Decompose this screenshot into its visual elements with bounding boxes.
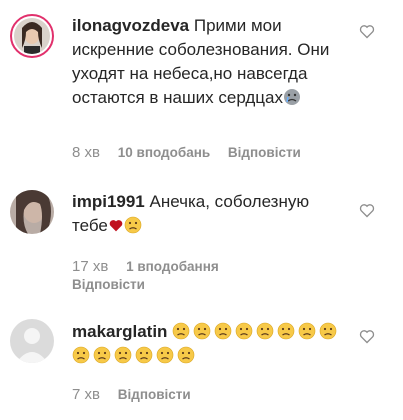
frowning-face-emoji [277, 322, 295, 340]
timestamp: 17 хв [72, 258, 109, 275]
frowning-face-emoji [319, 322, 337, 340]
avatar[interactable] [10, 190, 54, 234]
frowning-face-emoji [235, 322, 253, 340]
comment-text: ilonagvozdeva Прими мои искренние соболе… [72, 14, 342, 110]
comment-text: impi1991 Анечка, соболезную тебе [72, 190, 342, 238]
reply-button[interactable]: Відповісти [72, 277, 145, 292]
comment-text: makarglatin [72, 320, 342, 368]
frowning-face-emoji [135, 346, 153, 364]
red-heart-emoji [109, 220, 123, 232]
frowning-face-emoji [298, 322, 316, 340]
frowning-face-emoji [177, 346, 195, 364]
frowning-face-emoji [114, 346, 132, 364]
reply-button[interactable]: Відповісти [118, 387, 191, 402]
frowning-face-emoji [172, 322, 190, 340]
frowning-face-emoji [214, 322, 232, 340]
timestamp: 7 хв [72, 386, 100, 403]
avatar[interactable] [10, 14, 54, 58]
frowning-face-emoji [256, 322, 274, 340]
heart-outline-icon[interactable] [359, 329, 375, 344]
frowning-face-emoji [72, 346, 90, 364]
frowning-face-emoji [193, 322, 211, 340]
heart-outline-icon[interactable] [359, 203, 375, 218]
username[interactable]: impi1991 [72, 192, 145, 211]
comment-meta: 7 хв Відповісти [72, 385, 191, 405]
comment-meta: 17 хв 1 вподобання [72, 257, 233, 277]
username[interactable]: ilonagvozdeva [72, 16, 189, 35]
frowning-face-emoji [124, 216, 142, 234]
likes-count[interactable]: 10 вподобань [118, 145, 210, 160]
avatar[interactable] [10, 319, 54, 363]
crying-face-emoji [284, 89, 300, 105]
frowning-face-emoji [93, 346, 111, 364]
timestamp: 8 хв [72, 144, 100, 161]
frowning-face-emoji [156, 346, 174, 364]
heart-outline-icon[interactable] [359, 24, 375, 39]
reply-button[interactable]: Відповісти [228, 145, 301, 160]
comment-meta: 8 хв 10 вподобань Відповісти [72, 143, 301, 163]
username[interactable]: makarglatin [72, 322, 167, 341]
likes-count[interactable]: 1 вподобання [126, 259, 219, 274]
